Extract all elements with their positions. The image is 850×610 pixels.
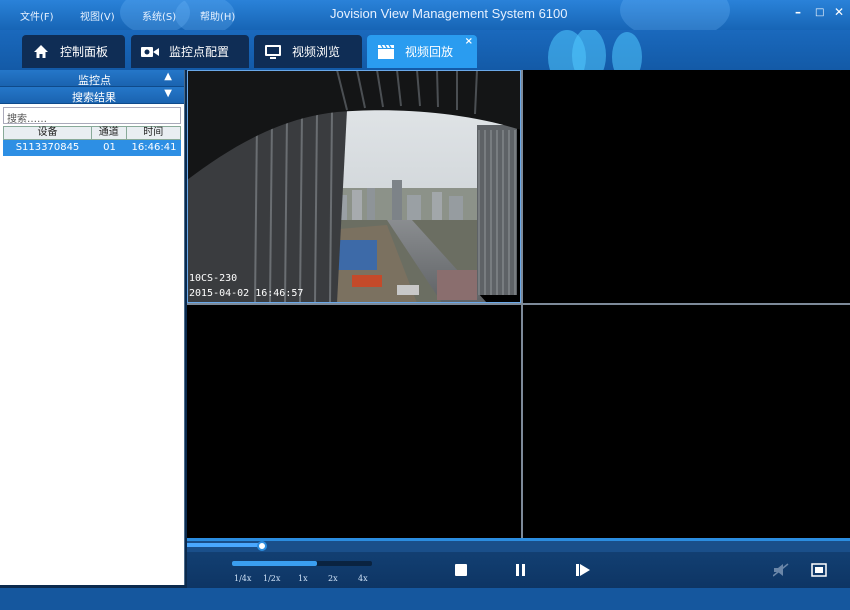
speed-label: 1/2x	[263, 574, 281, 583]
home-icon	[32, 44, 50, 60]
cell-device: S113370845	[15, 142, 80, 153]
chevron-down-icon[interactable]: ▼	[164, 88, 172, 99]
column-header-time[interactable]: 时间	[127, 127, 180, 139]
fullscreen-icon	[811, 563, 827, 577]
maximize-button[interactable]: □	[815, 7, 824, 18]
camera-timestamp: 2015-04-02 16:46:57	[189, 288, 304, 299]
column-header-device[interactable]: 设备	[4, 127, 92, 139]
status-bar	[0, 588, 850, 610]
close-button[interactable]: ✕	[834, 5, 844, 19]
timeline-progress	[187, 543, 262, 547]
tab-video-playback[interactable]: 视频回放 ×	[367, 35, 477, 68]
sidebar: 监控点 ▲ 搜索结果 ▼ 搜索…… 设备 通道 时间 S113370845 01…	[0, 70, 185, 585]
clapper-icon	[377, 44, 395, 60]
minimize-button[interactable]: –	[795, 5, 801, 19]
speed-slider-fill	[232, 561, 317, 566]
video-grid: 10CS-230 2015-04-02 16:46:57	[187, 70, 850, 538]
monitor-icon	[264, 44, 282, 60]
tab-video-browse[interactable]: 视频浏览	[254, 35, 362, 68]
camera-feed-image	[187, 70, 521, 303]
step-forward-icon	[576, 564, 590, 576]
speed-label: 1/4x	[234, 574, 252, 583]
timeline-knob[interactable]	[257, 541, 267, 551]
video-pane-2[interactable]	[523, 70, 850, 303]
camera-icon	[141, 44, 159, 60]
search-input[interactable]: 搜索……	[3, 107, 181, 125]
decorative-bubble	[612, 32, 642, 70]
column-header-channel[interactable]: 通道	[92, 127, 127, 139]
tab-control-panel[interactable]: 控制面板	[22, 35, 125, 68]
chevron-up-icon[interactable]: ▲	[164, 71, 172, 82]
section-label: 搜索结果	[72, 91, 116, 104]
decorative-bubble	[572, 30, 606, 70]
menu-help[interactable]: 帮助(H)	[200, 8, 235, 23]
menu-system[interactable]: 系统(S)	[142, 8, 176, 23]
pause-button[interactable]	[513, 562, 529, 578]
pane-divider	[187, 303, 850, 305]
speed-label: 1x	[298, 574, 308, 583]
tab-close-icon[interactable]: ×	[465, 36, 473, 47]
fullscreen-button[interactable]	[811, 562, 827, 578]
tab-label: 控制面板	[60, 45, 109, 59]
camera-label: 10CS-230	[189, 273, 238, 284]
pause-icon	[516, 564, 525, 576]
menu-file[interactable]: 文件(F)	[20, 8, 54, 23]
tab-camera-config[interactable]: 监控点配置	[131, 35, 249, 68]
video-pane-4[interactable]	[523, 305, 850, 538]
menu-bar: 文件(F) 视图(V) 系统(S) 帮助(H) Jovision View Ma…	[0, 0, 850, 30]
table-row[interactable]: S113370845 01 16:46:41	[3, 140, 181, 156]
section-monitor-points[interactable]: 监控点 ▲	[0, 70, 184, 87]
playback-controls: 1/4x 1/2x 1x 2x 4x	[187, 552, 850, 588]
timeline-seek-bar[interactable]	[187, 538, 850, 552]
tab-label: 视频浏览	[292, 45, 341, 59]
cell-time: 16:46:41	[131, 142, 177, 153]
tab-label: 视频回放	[405, 45, 454, 59]
stop-icon	[455, 564, 467, 576]
speed-label: 2x	[328, 574, 338, 583]
app-title: Jovision View Management System 6100	[330, 6, 568, 21]
speed-label: 4x	[358, 574, 368, 583]
stop-button[interactable]	[453, 562, 469, 578]
mute-button[interactable]	[773, 562, 789, 578]
section-label: 监控点	[78, 74, 111, 87]
cell-channel: 01	[103, 142, 116, 153]
step-forward-button[interactable]	[575, 562, 591, 578]
video-pane-1[interactable]: 10CS-230 2015-04-02 16:46:57	[187, 70, 521, 303]
section-search-results[interactable]: 搜索结果 ▼	[0, 87, 184, 104]
mute-icon	[773, 563, 789, 577]
tab-bar: 控制面板 监控点配置 视频浏览 视频回放 ×	[0, 30, 850, 70]
results-table-header: 设备 通道 时间	[3, 126, 181, 140]
video-pane-3[interactable]	[187, 305, 521, 538]
tab-label: 监控点配置	[169, 45, 230, 59]
speed-slider[interactable]	[232, 561, 372, 566]
menu-view[interactable]: 视图(V)	[80, 8, 115, 23]
decorative-bubble	[620, 0, 730, 30]
